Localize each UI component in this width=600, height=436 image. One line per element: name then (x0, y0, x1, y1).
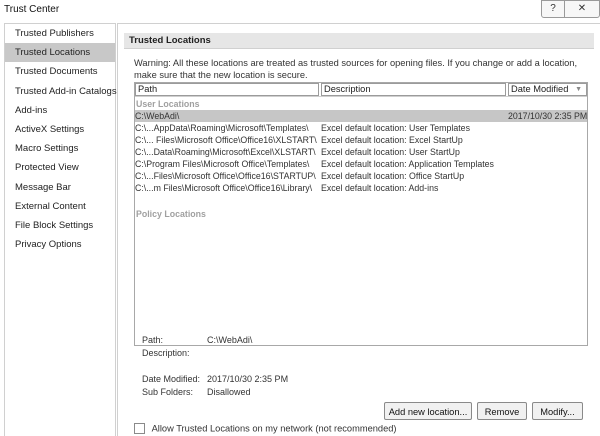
sidebar-item-file-block-settings[interactable]: File Block Settings (5, 216, 115, 235)
detail-path-label: Path: (142, 335, 164, 345)
cell-date (508, 146, 587, 158)
sidebar-item-trusted-locations[interactable]: Trusted Locations (5, 43, 115, 63)
cell-path: C:\... Files\Microsoft Office\Office16\X… (135, 135, 317, 145)
modify-button[interactable]: Modify... (532, 402, 583, 420)
cell-path: C:\...m Files\Microsoft Office\Office16\… (135, 183, 313, 193)
list-item[interactable]: C:\... Files\Microsoft Office\Office16\X… (135, 134, 587, 146)
list-item[interactable]: C:\...m Files\Microsoft Office\Office16\… (135, 182, 587, 194)
cell-description: Excel default location: User StartUp (321, 147, 460, 157)
list-item[interactable]: C:\...Data\Roaming\Microsoft\Excel\XLSTA… (135, 146, 587, 158)
network-locations-checkbox[interactable] (134, 423, 145, 435)
cell-description: Excel default location: Application Temp… (321, 159, 494, 169)
sidebar-item-protected-view[interactable]: Protected View (5, 158, 115, 177)
cell-description: Excel default location: Office StartUp (321, 171, 465, 181)
column-header-date-label: Date Modified (511, 84, 569, 94)
cell-description: Excel default location: User Templates (321, 123, 470, 133)
sidebar-item-privacy-options[interactable]: Privacy Options (5, 235, 115, 254)
help-button[interactable]: ? (541, 0, 565, 18)
sidebar-item-external-content[interactable]: External Content (5, 197, 115, 216)
sidebar-item-message-bar[interactable]: Message Bar (5, 178, 115, 197)
detail-subfolders-value: Disallowed (207, 387, 251, 397)
sidebar-item-trusted-documents[interactable]: Trusted Documents (5, 62, 115, 81)
sort-down-icon: ▼ (575, 86, 582, 93)
cell-date (508, 170, 587, 182)
cell-date (508, 134, 587, 146)
title-bar: Trust Center ? ✕ (0, 0, 600, 22)
window-title: Trust Center (4, 4, 60, 15)
close-icon: ✕ (577, 3, 587, 14)
cell-path: C:\WebAdi\ (135, 111, 180, 121)
sidebar-item-activex-settings[interactable]: ActiveX Settings (5, 120, 115, 139)
detail-date-label: Date Modified: (142, 374, 201, 384)
sidebar: Trusted Publishers Trusted Locations Tru… (4, 23, 117, 436)
detail-date-value: 2017/10/30 2:35 PM (207, 374, 289, 384)
cell-date (508, 122, 587, 134)
list-item[interactable]: C:\WebAdi\ 2017/10/30 2:35 PM (135, 110, 587, 122)
group-label-user-locations: User Locations (136, 99, 200, 109)
network-locations-label: Allow Trusted Locations on my network (n… (151, 423, 397, 434)
cell-date: 2017/10/30 2:35 PM (508, 111, 587, 121)
list-item[interactable]: C:\Program Files\Microsoft Office\Templa… (135, 158, 587, 170)
main-panel: Trusted Locations Warning: All these loc… (117, 23, 600, 436)
detail-subfolders-label: Sub Folders: (142, 387, 194, 397)
cell-description (321, 110, 508, 122)
sidebar-item-macro-settings[interactable]: Macro Settings (5, 139, 115, 158)
cell-path: C:\...Files\Microsoft Office\Office16\ST… (135, 171, 316, 181)
group-label-policy-locations: Policy Locations (136, 209, 206, 219)
column-header-description[interactable]: Description (321, 83, 506, 96)
sidebar-item-addins[interactable]: Add-ins (5, 101, 115, 120)
network-locations-option[interactable]: Allow Trusted Locations on my network (n… (134, 423, 397, 435)
locations-list[interactable]: Path Description Date Modified ▼ User Lo… (134, 82, 588, 346)
cell-path: C:\Program Files\Microsoft Office\Templa… (135, 159, 310, 169)
sidebar-item-trusted-addin-catalogs[interactable]: Trusted Add-in Catalogs (5, 82, 117, 101)
section-title: Trusted Locations (124, 33, 594, 49)
remove-button[interactable]: Remove (477, 402, 527, 420)
warning-text: Warning: All these locations are treated… (134, 58, 578, 80)
question-icon: ? (550, 3, 556, 14)
cell-description: Excel default location: Add-ins (321, 183, 439, 193)
add-new-location-button[interactable]: Add new location... (384, 402, 472, 420)
list-item[interactable]: C:\...AppData\Roaming\Microsoft\Template… (135, 122, 587, 134)
cell-date (508, 182, 587, 194)
cell-date (508, 158, 587, 170)
sidebar-item-trusted-publishers[interactable]: Trusted Publishers (5, 24, 115, 43)
cell-description: Excel default location: Excel StartUp (321, 135, 463, 145)
column-header-path[interactable]: Path (135, 83, 319, 96)
list-header: Path Description Date Modified ▼ (135, 83, 587, 97)
cell-path: C:\...Data\Roaming\Microsoft\Excel\XLSTA… (135, 147, 316, 157)
list-item[interactable]: C:\...Files\Microsoft Office\Office16\ST… (135, 170, 587, 182)
detail-description-label: Description: (142, 348, 190, 358)
cell-path: C:\...AppData\Roaming\Microsoft\Template… (135, 123, 309, 133)
close-button[interactable]: ✕ (564, 0, 600, 18)
column-header-date-modified[interactable]: Date Modified ▼ (508, 83, 587, 96)
detail-path-value: C:\WebAdi\ (207, 335, 253, 345)
